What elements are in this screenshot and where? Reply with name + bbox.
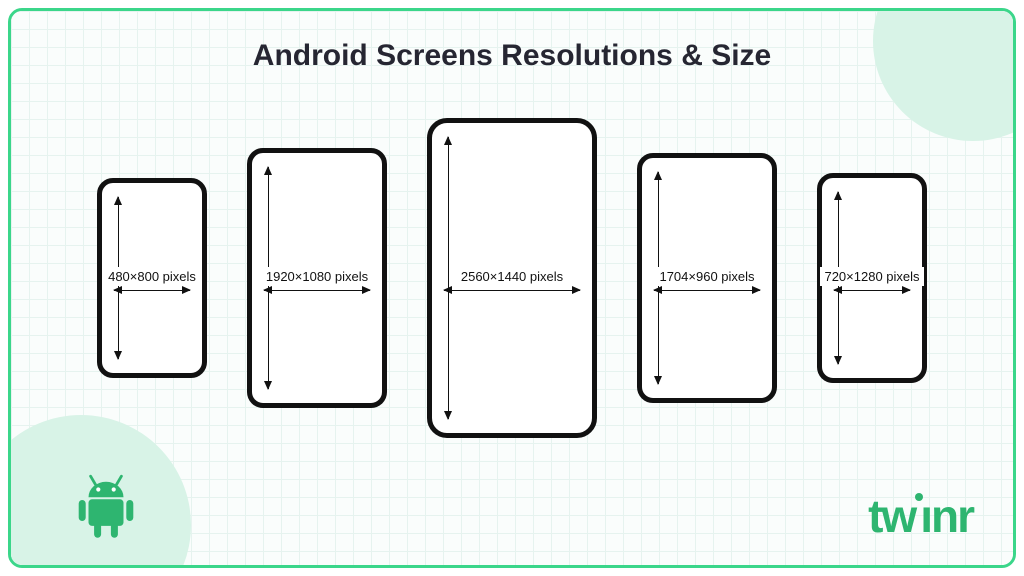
phone-outline-5: 720×1280 pixels [817, 173, 927, 383]
resolution-label: 1920×1080 pixels [262, 267, 372, 286]
resolution-label: 2560×1440 pixels [457, 267, 567, 286]
twinr-logo: twınr [868, 489, 973, 543]
phone-outline-4: 1704×960 pixels [637, 153, 777, 403]
horizontal-dimension-arrow [834, 290, 910, 291]
phones-row: 480×800 pixels 1920×1080 pixels 2560×144… [11, 101, 1013, 455]
phone-outline-3: 2560×1440 pixels [427, 118, 597, 438]
vertical-dimension-arrow [448, 137, 449, 419]
horizontal-dimension-arrow [444, 290, 580, 291]
phone-outline-2: 1920×1080 pixels [247, 148, 387, 408]
logo-dot-icon [915, 493, 923, 501]
horizontal-dimension-arrow [654, 290, 760, 291]
horizontal-dimension-arrow [114, 290, 190, 291]
horizontal-dimension-arrow [264, 290, 370, 291]
phone-outline-1: 480×800 pixels [97, 178, 207, 378]
resolution-label: 480×800 pixels [104, 267, 200, 286]
resolution-label: 720×1280 pixels [820, 267, 923, 286]
page-title: Android Screens Resolutions & Size [11, 39, 1013, 73]
resolution-label: 1704×960 pixels [655, 267, 758, 286]
android-icon [71, 472, 141, 547]
diagram-frame: Android Screens Resolutions & Size 480×8… [8, 8, 1016, 568]
